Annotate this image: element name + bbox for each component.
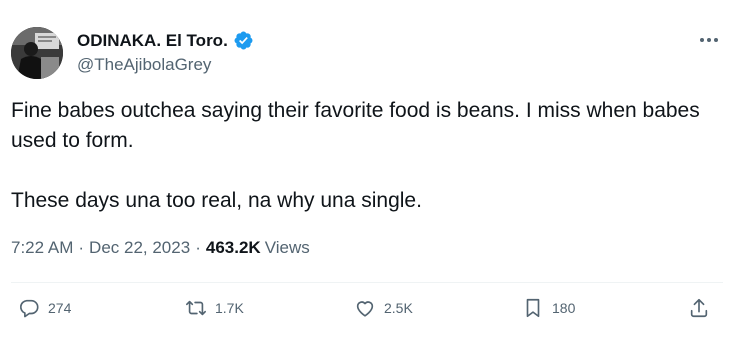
tweet-text: Fine babes outchea saying their favorite… [11,96,711,216]
retweet-count: 1.7K [215,300,244,316]
reply-icon [19,299,39,318]
share-button[interactable] [688,297,710,319]
retweet-button[interactable]: 1.7K [185,297,244,319]
views-label: Views [264,238,310,257]
bookmark-icon [526,298,540,318]
tweet-time[interactable]: 7:22 AM [11,237,73,259]
bookmark-count: 180 [552,300,576,316]
verified-badge-icon[interactable] [233,30,254,51]
meta-separator: · [195,238,201,257]
paragraph-spacer [11,156,711,186]
heart-icon [356,301,374,317]
like-button[interactable]: 2.5K [354,297,413,319]
reply-button[interactable]: 274 [18,297,71,319]
bookmark-button[interactable]: 180 [522,297,575,319]
views-count[interactable]: 463.2K [206,237,261,259]
tweet-meta: 7:22 AM · Dec 22, 2023 · 463.2K Views [11,237,310,259]
tweet: ODINAKA. El Toro. @TheAjibolaGrey Fine b… [0,0,737,337]
meta-separator: · [78,238,85,257]
reply-count: 274 [48,300,72,316]
like-count: 2.5K [384,300,413,316]
retweet-icon [186,300,206,316]
display-name[interactable]: ODINAKA. El Toro. [77,31,228,51]
tweet-date[interactable]: Dec 22, 2023 [89,237,190,259]
user-handle[interactable]: @TheAjibolaGrey [77,55,211,75]
tweet-paragraph: Fine babes outchea saying their favorite… [11,99,706,152]
name-row: ODINAKA. El Toro. [77,30,254,51]
avatar[interactable] [11,27,63,79]
share-icon [690,298,708,318]
more-horizontal-icon[interactable] [697,30,721,50]
tweet-paragraph: These days una too real, na why una sing… [11,189,422,212]
divider [11,282,723,283]
